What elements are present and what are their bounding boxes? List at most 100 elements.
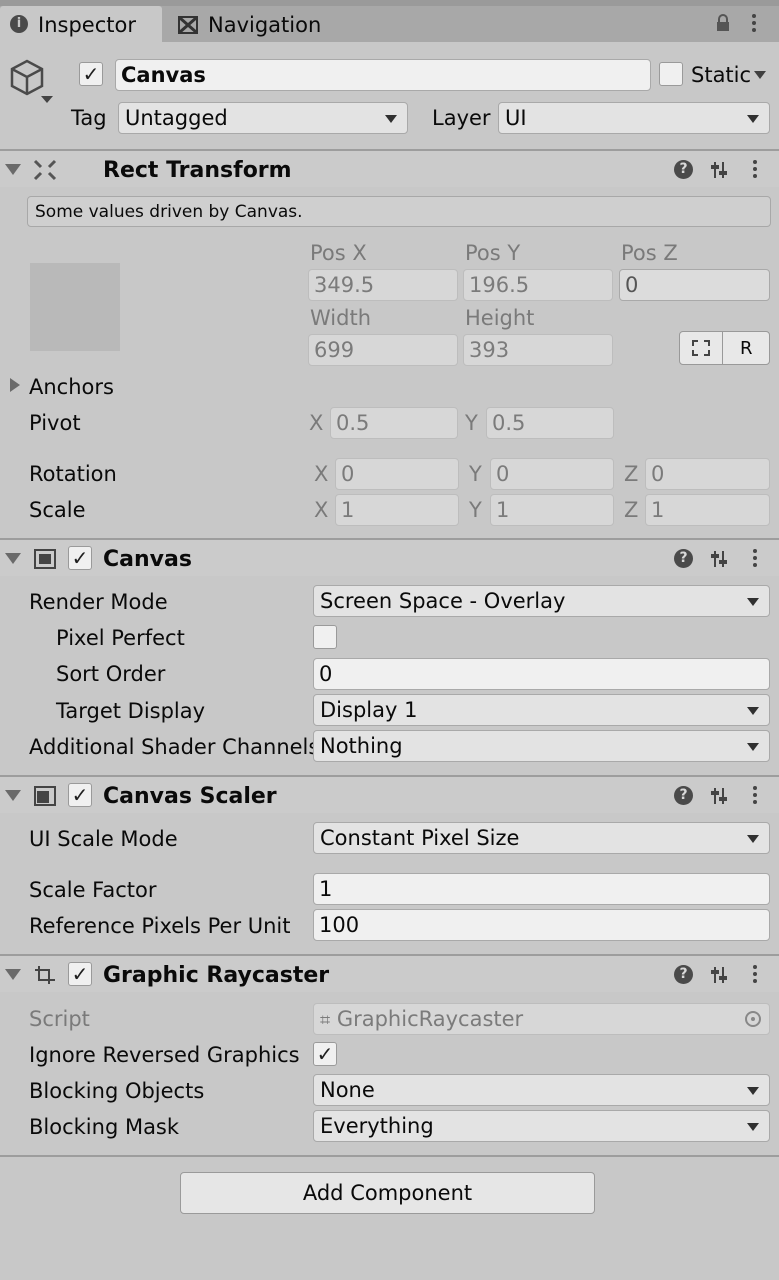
rotation-label: Rotation bbox=[29, 462, 117, 486]
collapse-triangle-icon[interactable] bbox=[5, 969, 21, 980]
presets-sliders-icon[interactable] bbox=[709, 786, 729, 806]
gameobject-icon-dropdown-icon[interactable] bbox=[41, 96, 53, 103]
presets-sliders-icon[interactable] bbox=[709, 160, 729, 180]
anchors-label[interactable]: Anchors bbox=[29, 377, 114, 398]
collapse-triangle-icon[interactable] bbox=[5, 790, 21, 801]
canvas-component-icon bbox=[34, 549, 56, 569]
pixel-perfect-label: Pixel Perfect bbox=[56, 626, 185, 650]
ref-pixels-label: Reference Pixels Per Unit bbox=[29, 914, 291, 938]
blocking-objects-label: Blocking Objects bbox=[29, 1079, 205, 1103]
pos-y-label: Pos Y bbox=[465, 241, 521, 265]
scale-z-field[interactable]: 1 bbox=[645, 494, 770, 526]
graphic-raycaster-title: Graphic Raycaster bbox=[103, 963, 330, 988]
component-menu-icon[interactable] bbox=[752, 965, 758, 985]
static-label: Static bbox=[691, 63, 752, 87]
rotation-x-field[interactable]: 0 bbox=[335, 458, 459, 490]
canvas-component-header[interactable]: ✓ Canvas ? bbox=[0, 538, 779, 576]
tag-dropdown[interactable]: Untagged bbox=[118, 102, 408, 134]
component-menu-icon[interactable] bbox=[752, 786, 758, 806]
pos-y-field: 196.5 bbox=[463, 269, 613, 301]
tab-navigation[interactable]: Navigation bbox=[166, 6, 366, 42]
static-checkbox[interactable] bbox=[659, 62, 683, 86]
ignore-reversed-checkbox[interactable]: ✓ bbox=[313, 1042, 337, 1066]
canvas-component-title: Canvas bbox=[103, 547, 192, 572]
ref-pixels-input[interactable]: 100 bbox=[313, 909, 770, 941]
scale-factor-label: Scale Factor bbox=[29, 878, 157, 902]
blocking-objects-dropdown[interactable]: None bbox=[313, 1074, 770, 1106]
scale-y-field[interactable]: 1 bbox=[490, 494, 614, 526]
rotation-y-field[interactable]: 0 bbox=[490, 458, 614, 490]
help-icon[interactable]: ? bbox=[674, 160, 693, 179]
chevron-down-icon bbox=[747, 1123, 759, 1131]
rect-transform-header[interactable]: Rect Transform ? bbox=[0, 149, 779, 187]
collapse-triangle-icon[interactable] bbox=[5, 164, 21, 175]
rotation-y-label: Y bbox=[469, 462, 482, 486]
help-icon[interactable]: ? bbox=[674, 549, 693, 568]
help-icon[interactable]: ? bbox=[674, 965, 693, 984]
pivot-y-label: Y bbox=[465, 411, 478, 435]
graphic-raycaster-enabled-checkbox[interactable]: ✓ bbox=[68, 962, 92, 986]
width-label: Width bbox=[310, 306, 372, 330]
layer-label: Layer bbox=[432, 106, 491, 130]
layer-dropdown[interactable]: UI bbox=[498, 102, 770, 134]
tag-label: Tag bbox=[71, 106, 107, 130]
tab-inspector[interactable]: i Inspector bbox=[0, 6, 162, 42]
anchors-foldout-icon[interactable] bbox=[10, 378, 20, 392]
ui-scale-mode-dropdown[interactable]: Constant Pixel Size bbox=[313, 822, 770, 854]
rotation-z-field[interactable]: 0 bbox=[645, 458, 770, 490]
script-field[interactable]: ⌗ GraphicRaycaster bbox=[313, 1003, 770, 1035]
graphic-raycaster-icon bbox=[35, 966, 55, 984]
rect-transform-icon bbox=[33, 159, 57, 181]
help-icon[interactable]: ? bbox=[674, 786, 693, 805]
height-label: Height bbox=[465, 306, 535, 330]
tab-navigation-label: Navigation bbox=[208, 13, 322, 37]
canvas-enabled-checkbox[interactable]: ✓ bbox=[68, 546, 92, 570]
presets-sliders-icon[interactable] bbox=[709, 549, 729, 569]
object-picker-icon[interactable] bbox=[745, 1011, 761, 1027]
tab-menu-icon[interactable] bbox=[751, 14, 757, 34]
pivot-y-field[interactable]: 0.5 bbox=[486, 407, 614, 439]
blueprint-mode-button[interactable] bbox=[679, 331, 723, 365]
height-field: 393 bbox=[463, 334, 613, 366]
script-label: Script bbox=[29, 1007, 90, 1031]
pivot-x-field[interactable]: 0.5 bbox=[330, 407, 458, 439]
blocking-mask-dropdown[interactable]: Everything bbox=[313, 1110, 770, 1142]
chevron-down-icon bbox=[747, 707, 759, 715]
canvas-scaler-enabled-checkbox[interactable]: ✓ bbox=[68, 783, 92, 807]
scale-x-label: X bbox=[314, 498, 329, 522]
sort-order-input[interactable]: 0 bbox=[313, 658, 770, 690]
pos-z-label: Pos Z bbox=[621, 241, 678, 265]
lock-icon[interactable] bbox=[714, 14, 732, 32]
chevron-down-icon bbox=[747, 1087, 759, 1095]
canvas-scaler-icon bbox=[34, 786, 56, 806]
pos-z-field[interactable]: 0 bbox=[619, 269, 770, 301]
scale-factor-input[interactable]: 1 bbox=[313, 873, 770, 905]
navigation-icon bbox=[178, 16, 198, 34]
script-icon: ⌗ bbox=[320, 1010, 331, 1031]
shader-channels-dropdown[interactable]: Nothing bbox=[313, 730, 770, 762]
static-dropdown-icon[interactable] bbox=[754, 71, 766, 79]
pivot-label: Pivot bbox=[29, 411, 81, 435]
add-component-button[interactable]: Add Component bbox=[180, 1172, 595, 1214]
chevron-down-icon bbox=[385, 115, 397, 123]
target-display-dropdown[interactable]: Display 1 bbox=[313, 694, 770, 726]
graphic-raycaster-header[interactable]: ✓ Graphic Raycaster ? bbox=[0, 954, 779, 992]
ui-scale-mode-label: UI Scale Mode bbox=[29, 827, 178, 851]
gameobject-cube-icon bbox=[10, 59, 44, 96]
rotation-x-label: X bbox=[314, 462, 329, 486]
canvas-scaler-header[interactable]: ✓ Canvas Scaler ? bbox=[0, 775, 779, 813]
component-menu-icon[interactable] bbox=[752, 160, 758, 180]
render-mode-dropdown[interactable]: Screen Space - Overlay bbox=[313, 585, 770, 617]
scale-x-field[interactable]: 1 bbox=[335, 494, 459, 526]
scale-y-label: Y bbox=[469, 498, 482, 522]
pivot-x-label: X bbox=[309, 411, 324, 435]
gameobject-name-input[interactable]: Canvas bbox=[115, 59, 651, 91]
rect-transform-info-box: Some values driven by Canvas. bbox=[27, 196, 771, 227]
shader-channels-label: Additional Shader Channels bbox=[29, 735, 320, 759]
presets-sliders-icon[interactable] bbox=[709, 965, 729, 985]
gameobject-active-checkbox[interactable]: ✓ bbox=[79, 62, 103, 86]
collapse-triangle-icon[interactable] bbox=[5, 553, 21, 564]
component-menu-icon[interactable] bbox=[752, 549, 758, 569]
pixel-perfect-checkbox[interactable] bbox=[313, 625, 337, 649]
raw-edit-button[interactable]: R bbox=[722, 331, 770, 365]
